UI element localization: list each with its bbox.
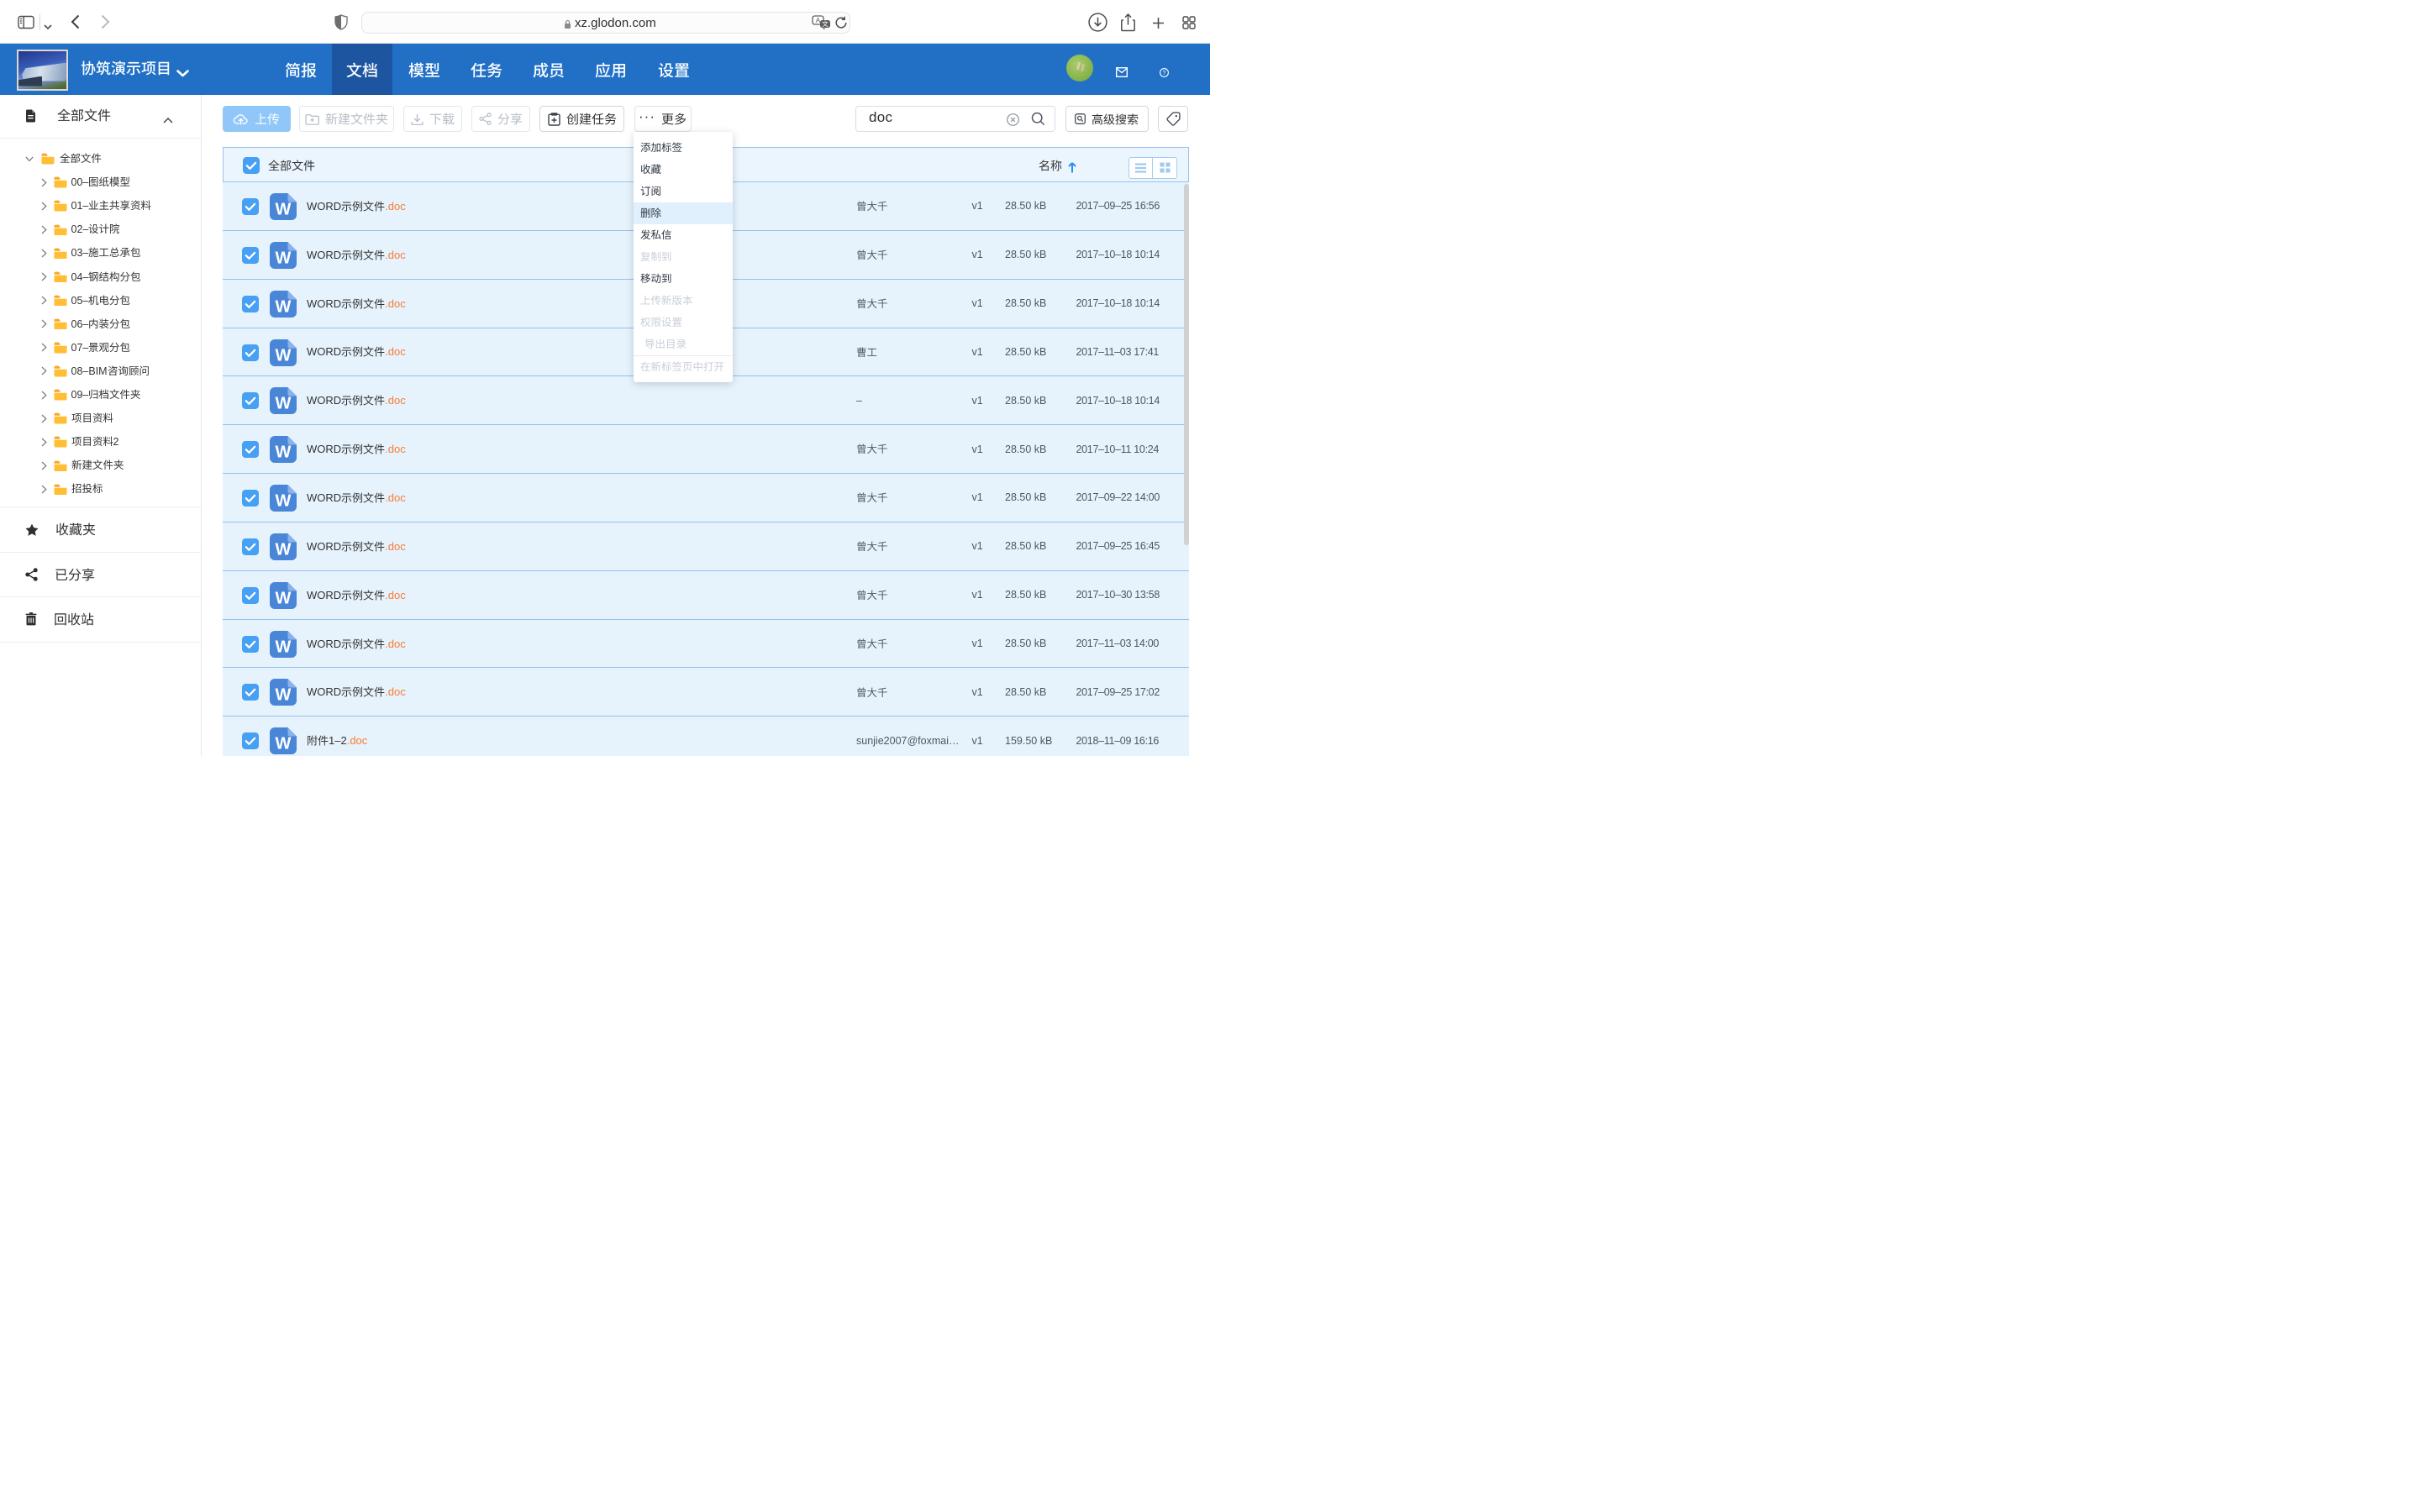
svg-text:W: W: [275, 638, 291, 656]
svg-text:W: W: [275, 395, 291, 413]
svg-text:W: W: [275, 297, 291, 316]
svg-text:W: W: [275, 686, 291, 705]
svg-text:W: W: [275, 249, 291, 267]
svg-text:W: W: [275, 492, 291, 511]
svg-text:W: W: [275, 735, 291, 753]
svg-text:文: 文: [822, 19, 829, 28]
svg-text:W: W: [275, 589, 291, 607]
svg-text:W: W: [275, 444, 291, 462]
svg-text:A: A: [816, 16, 821, 24]
svg-text:W: W: [275, 540, 291, 559]
svg-text:W: W: [275, 346, 291, 365]
svg-text:?: ?: [1162, 71, 1165, 76]
svg-text:W: W: [275, 201, 291, 219]
